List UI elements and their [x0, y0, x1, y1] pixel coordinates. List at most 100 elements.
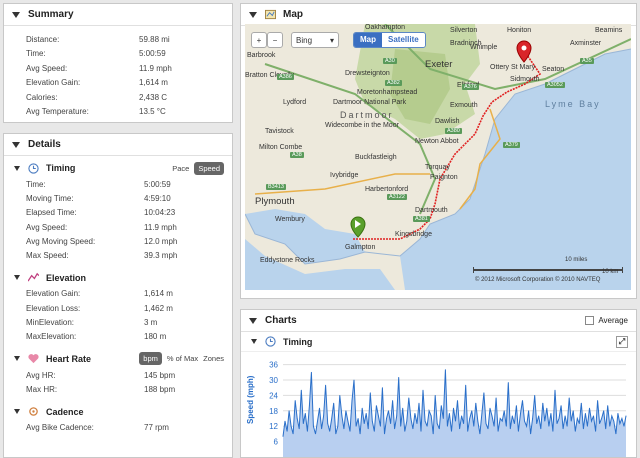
timing-section-header[interactable]: Timing Pace Speed	[4, 159, 232, 177]
speed-point	[292, 433, 294, 435]
stat-row: Elapsed Time: 10:04:23	[4, 206, 232, 220]
details-panel: Details Timing Pace Speed Time: 5:00:59 Mov…	[3, 133, 233, 458]
speed-point	[465, 384, 467, 386]
charts-header[interactable]: Charts Average	[241, 310, 636, 332]
collapse-icon[interactable]	[14, 165, 20, 171]
speed-point	[388, 410, 389, 412]
speed-point	[300, 389, 302, 391]
stat-row: Avg HR: 145 bpm	[4, 368, 232, 382]
speed-point	[597, 400, 598, 401]
speed-point	[335, 433, 337, 435]
details-header[interactable]: Details	[4, 134, 232, 156]
collapse-icon[interactable]	[14, 356, 20, 362]
speed-point	[544, 420, 546, 422]
zones-toggle[interactable]: Zones	[203, 354, 224, 363]
scale-miles: 10 miles	[565, 257, 588, 263]
speed-point	[528, 410, 529, 412]
collapse-icon[interactable]	[12, 141, 20, 148]
charts-panel: Charts Average Timing ⤢ Speed (mph) 6 12 18…	[240, 309, 637, 458]
stat-value: 77 rpm	[144, 423, 169, 433]
stat-row: Moving Time: 4:59:10	[4, 191, 232, 205]
collapse-icon[interactable]	[14, 409, 20, 415]
speed-point	[284, 420, 286, 422]
chart-timing-header[interactable]: Timing ⤢	[241, 332, 636, 352]
speed-point	[473, 425, 475, 427]
speed-point	[560, 405, 562, 406]
speed-point	[469, 418, 471, 419]
stat-value: 180 m	[144, 332, 167, 342]
speed-point	[302, 423, 304, 424]
stat-row: Avg Moving Speed: 12.0 mph	[4, 234, 232, 248]
timing-title: Timing	[46, 163, 76, 173]
speed-point	[589, 407, 590, 409]
summary-header[interactable]: Summary	[4, 4, 232, 26]
speed-point	[583, 428, 584, 430]
stat-value: 5:00:59	[144, 179, 171, 189]
map-town-label: Silverton	[450, 27, 478, 34]
speed-chart: Speed (mph) 6 12 18 24 30 36	[246, 361, 627, 457]
collapse-icon[interactable]	[14, 275, 20, 281]
y-tick-label: 30	[269, 376, 278, 385]
speed-point	[617, 413, 619, 414]
speed-point	[613, 420, 615, 422]
speed-point	[451, 430, 452, 432]
map-town-label: Drewsteignton	[345, 70, 390, 77]
heart-rate-section-header[interactable]: Heart Rate bpm % of Max Zones	[4, 350, 232, 368]
stat-label: Calories:	[26, 92, 58, 102]
satellite-tab[interactable]: Satellite	[382, 33, 425, 47]
speed-point	[479, 433, 481, 435]
speed-point	[351, 400, 353, 401]
speed-point	[355, 425, 357, 427]
zoom-in-button[interactable]: +	[251, 32, 267, 48]
speed-point	[511, 415, 513, 417]
cadence-section-header[interactable]: Cadence	[4, 403, 232, 421]
speed-point	[530, 433, 531, 435]
elevation-section-header[interactable]: Elevation	[4, 269, 232, 287]
speed-point	[619, 423, 621, 424]
stat-label: MinElevation:	[26, 318, 75, 328]
map-town-label: Beamins	[595, 27, 623, 34]
collapse-icon[interactable]	[251, 339, 257, 344]
stat-row: Max HR: 188 bpm	[4, 382, 232, 396]
speed-point	[359, 433, 361, 435]
map-tab[interactable]: Map	[354, 33, 382, 47]
speed-point	[493, 425, 495, 427]
map-town-label: Kingsbridge	[395, 231, 432, 238]
collapse-icon[interactable]	[12, 11, 20, 18]
stat-row: Avg Speed: 11.9 mph	[4, 61, 232, 76]
speed-point	[406, 420, 408, 422]
speed-point	[380, 425, 381, 427]
speed-point	[514, 423, 515, 424]
speed-point	[317, 420, 318, 422]
stat-label: Avg HR:	[26, 370, 56, 380]
map-header[interactable]: Map	[241, 4, 636, 26]
bpm-toggle[interactable]: bpm	[139, 352, 162, 366]
zoom-out-button[interactable]: −	[267, 32, 283, 48]
average-checkbox[interactable]	[585, 316, 595, 325]
percent-max-toggle[interactable]: % of Max	[167, 354, 198, 363]
speed-toggle[interactable]: Speed	[194, 161, 224, 175]
map-canvas[interactable]: + − Bing ▾ Map Satellite Silverton Honiton B…	[245, 24, 631, 290]
map-provider-select[interactable]: Bing ▾	[291, 32, 339, 48]
stat-label: Elapsed Time:	[26, 208, 77, 218]
speed-point	[459, 428, 460, 430]
speed-point	[489, 407, 491, 409]
stat-label: Elevation Gain:	[26, 78, 81, 88]
map-town-label: Dawlish	[435, 118, 460, 125]
stat-label: Time:	[26, 49, 46, 59]
cadence-icon	[29, 407, 38, 416]
y-tick-label: 24	[269, 391, 278, 400]
collapse-icon[interactable]	[249, 11, 257, 18]
pace-toggle[interactable]: Pace	[172, 164, 189, 173]
speed-point	[623, 425, 625, 427]
speed-point	[396, 415, 398, 417]
collapse-icon[interactable]	[249, 317, 257, 324]
stat-value: 11.9 mph	[139, 63, 172, 73]
speed-point	[475, 402, 477, 404]
speed-point	[605, 428, 607, 430]
speed-point	[309, 405, 310, 406]
chart-timing-title: Timing	[283, 336, 313, 347]
expand-icon[interactable]: ⤢	[616, 335, 628, 348]
stat-label: Max HR:	[26, 384, 58, 394]
speed-point	[556, 423, 558, 424]
